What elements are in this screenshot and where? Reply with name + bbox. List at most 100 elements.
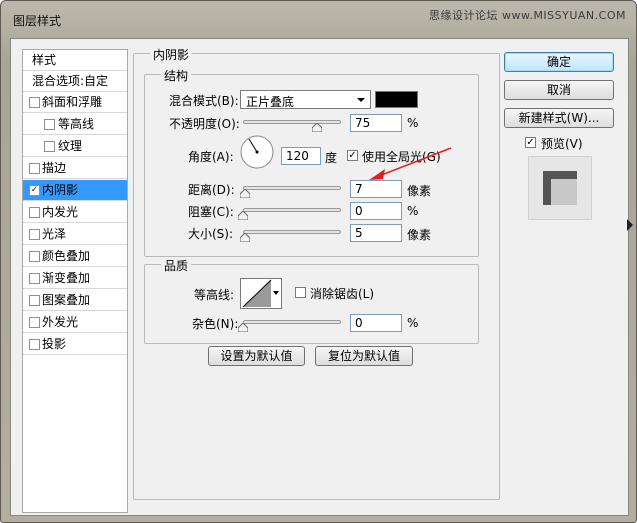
noise-unit: % — [407, 316, 419, 330]
distance-slider-track[interactable] — [243, 186, 341, 190]
annotation-arrow-icon — [369, 147, 452, 180]
opacity-label: 不透明度(O): — [169, 117, 240, 131]
style-item-checkbox[interactable] — [29, 273, 40, 284]
watermark-text: 思缘设计论坛 www.MISSYUAN.COM — [428, 9, 626, 22]
reset-default-button[interactable]: 复位为默认值 — [315, 346, 413, 366]
layer-style-dialog: 图层样式 思缘设计论坛 www.MISSYUAN.COM 样式 混合选项:自定 … — [0, 0, 637, 523]
contour-picker[interactable] — [240, 278, 282, 309]
angle-dial[interactable] — [239, 134, 275, 170]
opacity-slider-track[interactable] — [243, 120, 341, 124]
antialias-checkbox[interactable] — [295, 287, 306, 298]
dialog-body: 样式 混合选项:自定 斜面和浮雕 等高线 纹理 描边 ✓ 内阴影 内发光 光泽 颜色叠加 渐变叠加… — [10, 38, 629, 516]
ok-button[interactable]: 确定 — [504, 52, 614, 72]
style-item-checkbox[interactable] — [44, 119, 55, 130]
set-default-button[interactable]: 设置为默认值 — [208, 346, 305, 366]
style-item[interactable]: 光泽 — [23, 224, 127, 245]
style-item[interactable]: 纹理 — [23, 136, 127, 157]
style-item-label: 渐变叠加 — [42, 271, 91, 285]
angle-label: 角度(A): — [188, 150, 234, 164]
style-preview-thumbnail — [528, 156, 592, 220]
style-item-checkbox[interactable] — [29, 339, 40, 350]
choke-input[interactable]: 0 — [350, 202, 402, 220]
contour-preview-icon — [242, 279, 272, 308]
quality-group: 品质 等高线: 消除锯齿(L) 杂色(N): 0 % — [144, 257, 479, 344]
style-item[interactable]: 渐变叠加 — [23, 268, 127, 289]
style-item[interactable]: 投影 — [23, 334, 127, 355]
contour-label: 等高线: — [194, 288, 235, 302]
style-item-label: 外发光 — [42, 315, 79, 329]
style-item-label: 斜面和浮雕 — [42, 95, 103, 109]
style-item-checkbox[interactable] — [29, 229, 40, 240]
noise-label: 杂色(N): — [192, 317, 239, 331]
noise-slider-handle[interactable] — [238, 323, 248, 332]
preview-label[interactable]: 预览(V) — [541, 135, 583, 152]
style-item-label: 描边 — [42, 161, 67, 175]
style-item[interactable]: 颜色叠加 — [23, 246, 127, 267]
style-item[interactable]: 描边 — [23, 158, 127, 179]
style-list-header[interactable]: 样式 — [23, 50, 127, 71]
choke-slider-handle[interactable] — [238, 211, 248, 220]
cancel-button[interactable]: 取消 — [504, 80, 614, 100]
style-item[interactable]: 内发光 — [23, 202, 127, 223]
style-item-label: 图案叠加 — [42, 293, 91, 307]
style-item[interactable]: 图案叠加 — [23, 290, 127, 311]
distance-unit: 像素 — [407, 184, 432, 198]
global-light-checkbox[interactable]: ✓ — [347, 150, 358, 161]
style-item-label: 纹理 — [58, 139, 83, 153]
distance-label: 距离(D): — [188, 183, 235, 197]
preview-checkbox[interactable]: ✓ — [525, 137, 536, 148]
noise-slider-track[interactable] — [243, 320, 341, 324]
choke-unit: % — [407, 204, 419, 218]
quality-title: 品质 — [161, 257, 192, 274]
style-item-checkbox[interactable]: ✓ — [29, 185, 40, 196]
style-item[interactable]: ✓ 内阴影 — [23, 180, 127, 201]
style-item[interactable]: 外发光 — [23, 312, 127, 333]
size-input[interactable]: 5 — [350, 224, 402, 242]
size-slider-track[interactable] — [243, 230, 341, 234]
style-item-label: 内发光 — [42, 205, 79, 219]
style-item[interactable]: 等高线 — [23, 114, 127, 135]
title-bar[interactable]: 图层样式 思缘设计论坛 www.MISSYUAN.COM — [1, 1, 636, 39]
shadow-color-swatch[interactable] — [375, 91, 418, 108]
style-item-label: 颜色叠加 — [42, 249, 91, 263]
preview-square-icon — [543, 171, 577, 205]
chevron-down-icon — [273, 291, 279, 295]
style-item-checkbox[interactable] — [29, 251, 40, 262]
opacity-unit: % — [407, 116, 419, 130]
choke-slider-track[interactable] — [243, 208, 341, 212]
angle-unit: 度 — [325, 151, 338, 165]
size-label: 大小(S): — [188, 227, 234, 241]
noise-input[interactable]: 0 — [350, 314, 402, 332]
new-style-button[interactable]: 新建样式(W)... — [504, 108, 614, 128]
blend-mode-label: 混合模式(B): — [169, 94, 239, 108]
window-title: 图层样式 — [13, 14, 62, 28]
style-item-label: 等高线 — [58, 117, 95, 131]
structure-title: 结构 — [161, 67, 192, 84]
antialias-label[interactable]: 消除锯齿(L) — [310, 285, 374, 302]
style-item-label: 内阴影 — [42, 183, 79, 197]
style-item[interactable]: 斜面和浮雕 — [23, 92, 127, 113]
size-slider-handle[interactable] — [239, 233, 250, 242]
resize-grip-icon[interactable] — [627, 219, 633, 231]
style-item-label: 投影 — [42, 337, 67, 351]
inner-shadow-title: 内阴影 — [150, 46, 193, 63]
size-unit: 像素 — [407, 228, 432, 242]
style-item-checkbox[interactable] — [29, 163, 40, 174]
style-list: 样式 混合选项:自定 斜面和浮雕 等高线 纹理 描边 ✓ 内阴影 内发光 光泽 颜色叠加 渐变叠加… — [22, 49, 128, 513]
angle-dial-icon — [240, 135, 274, 169]
style-item-checkbox[interactable] — [29, 295, 40, 306]
distance-slider-handle[interactable] — [239, 189, 250, 198]
angle-input[interactable]: 120 — [281, 147, 321, 165]
blend-mode-select[interactable]: 正片叠底 — [240, 90, 371, 109]
opacity-input[interactable]: 75 — [350, 114, 402, 132]
choke-label: 阻塞(C): — [188, 205, 234, 219]
opacity-slider-handle[interactable] — [311, 123, 322, 132]
style-item-checkbox[interactable] — [29, 97, 40, 108]
style-item-checkbox[interactable] — [29, 207, 40, 218]
chevron-down-icon — [357, 98, 365, 102]
inner-shadow-group: 内阴影 结构 混合模式(B): 正片叠底 不透明度(O): 75 % 角度(A)… — [133, 46, 500, 500]
blend-options-item[interactable]: 混合选项:自定 — [23, 71, 127, 92]
style-item-checkbox[interactable] — [29, 317, 40, 328]
style-item-checkbox[interactable] — [44, 141, 55, 152]
style-item-label: 光泽 — [42, 227, 67, 241]
